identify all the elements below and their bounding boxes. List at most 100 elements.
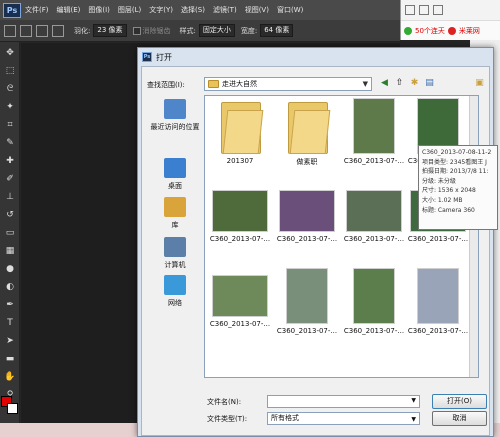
subtract-selection-icon[interactable] xyxy=(52,24,64,37)
recent-places-icon xyxy=(164,99,186,119)
file-item[interactable]: C360_2013-07-... xyxy=(207,183,273,243)
file-name: 做素职 xyxy=(296,158,318,166)
crop-tool-icon[interactable]: ⌗ xyxy=(3,118,17,132)
look-in-select[interactable]: 走进大自然 ▼ xyxy=(204,77,372,91)
menu-filter[interactable]: 滤镜(T) xyxy=(213,5,237,15)
color-swatches[interactable] xyxy=(1,396,19,416)
browser-back-icon[interactable] xyxy=(405,5,415,15)
folder-icon xyxy=(284,98,331,154)
feather-input[interactable]: 23 像素 xyxy=(93,24,127,37)
file-item[interactable]: 做素职 xyxy=(274,98,340,167)
file-name: C360_2013-07-... xyxy=(276,235,338,243)
dodge-tool-icon[interactable]: ◐ xyxy=(3,280,17,294)
tooltip-line: 分级: 未分级 xyxy=(422,177,456,185)
stamp-tool-icon[interactable]: ⊥ xyxy=(3,190,17,204)
file-item[interactable]: C360_2013-07-... xyxy=(207,268,273,328)
history-brush-tool-icon[interactable]: ↺ xyxy=(3,208,17,222)
menu-type[interactable]: 文字(Y) xyxy=(149,5,173,15)
file-list: 201307 做素职 C360_2013-07-... C360_2013-07… xyxy=(204,95,479,378)
file-name: C360_2013-07-... xyxy=(209,235,271,243)
menu-view[interactable]: 视图(V) xyxy=(245,5,269,15)
file-list-scrollbar[interactable] xyxy=(469,96,478,377)
lasso-tool-icon[interactable]: ᘓ xyxy=(3,82,17,96)
look-in-value: 走进大自然 xyxy=(222,80,257,88)
menu-select[interactable]: 选择(S) xyxy=(181,5,205,15)
file-item[interactable]: C360_2013-07-... xyxy=(341,98,407,165)
place-desktop[interactable]: 桌面 xyxy=(147,158,203,191)
style-select[interactable]: 固定大小 xyxy=(198,24,235,37)
marquee-preset-icon[interactable] xyxy=(4,24,16,37)
library-icon xyxy=(164,197,186,217)
image-thumbnail xyxy=(417,268,459,324)
move-tool-icon[interactable]: ✥ xyxy=(3,46,17,60)
up-folder-icon[interactable]: ⇧ xyxy=(393,76,406,90)
new-folder-icon[interactable]: ✱ xyxy=(408,76,421,90)
file-item[interactable]: C360_2013-07-... xyxy=(405,268,471,335)
pen-tool-icon[interactable]: ✒ xyxy=(3,298,17,312)
blur-tool-icon[interactable]: ● xyxy=(3,262,17,276)
browser-refresh-icon[interactable] xyxy=(433,5,443,15)
file-name: C360_2013-07-... xyxy=(276,327,338,335)
file-name: C360_2013-07-... xyxy=(343,235,405,243)
chevron-down-icon[interactable]: ▼ xyxy=(411,397,416,404)
bookmark-item[interactable]: 米莱网 xyxy=(459,26,480,36)
add-selection-icon[interactable] xyxy=(36,24,48,37)
tooltip-line: 大小: 1.02 MB xyxy=(422,196,463,204)
antialias-checkbox[interactable] xyxy=(132,26,141,35)
dialog-titlebar: Ps 打开 xyxy=(138,48,493,66)
folder-icon xyxy=(208,80,219,88)
place-computer[interactable]: 计算机 xyxy=(147,237,203,270)
hand-tool-icon[interactable]: ✋ xyxy=(3,370,17,384)
tools-panel: ✥ ⬚ ᘓ ✦ ⌗ ✎ ✚ ✐ ⊥ ↺ ▭ ▦ ● ◐ ✒ T ➤ ▬ ✋ ⚲ xyxy=(0,42,20,437)
menu-file[interactable]: 文件(F) xyxy=(25,5,49,15)
new-selection-icon[interactable] xyxy=(20,24,32,37)
marquee-tool-icon[interactable]: ⬚ xyxy=(3,64,17,78)
place-recent[interactable]: 最近访问的位置 xyxy=(147,99,203,132)
file-item[interactable]: C360_2013-07-... xyxy=(274,268,340,335)
image-thumbnail xyxy=(212,275,268,317)
brush-tool-icon[interactable]: ✐ xyxy=(3,172,17,186)
file-name: 201307 xyxy=(226,157,254,165)
view-menu-icon[interactable]: ▤ xyxy=(423,76,436,90)
file-item[interactable]: 201307 xyxy=(207,98,273,165)
file-item[interactable]: C360_2013-07-... xyxy=(341,183,407,243)
place-network[interactable]: 网络 xyxy=(147,275,203,308)
open-button[interactable]: 打开(O) xyxy=(432,394,487,409)
place-label: 计算机 xyxy=(164,261,186,269)
type-tool-icon[interactable]: T xyxy=(3,316,17,330)
bookmark-icon xyxy=(447,26,456,35)
chevron-down-icon: ▼ xyxy=(362,80,368,88)
menu-image[interactable]: 图像(I) xyxy=(88,5,110,15)
place-label: 桌面 xyxy=(168,182,182,190)
shape-tool-icon[interactable]: ▬ xyxy=(3,352,17,366)
file-item[interactable]: C360_2013-07-... xyxy=(274,183,340,243)
gradient-tool-icon[interactable]: ▦ xyxy=(3,244,17,258)
image-thumbnail xyxy=(346,190,402,232)
width-input[interactable]: 64 像素 xyxy=(260,24,294,37)
eyedropper-tool-icon[interactable]: ✎ xyxy=(3,136,17,150)
file-type-select[interactable]: 所有格式 ▼ xyxy=(267,412,420,425)
file-item[interactable]: C360_2013-07-... xyxy=(341,268,407,335)
file-name: C360_2013-07-... xyxy=(343,327,405,335)
tooltip-line: C360_2013-07-08-11-2 xyxy=(422,149,492,156)
menu-edit[interactable]: 编辑(E) xyxy=(57,5,81,15)
folder-icon[interactable]: ▣ xyxy=(473,76,486,90)
bookmark-item[interactable]: 50个连天 xyxy=(415,26,445,36)
place-library[interactable]: 库 xyxy=(147,197,203,230)
tooltip-line: 项目类型: 2345看图王 J xyxy=(422,158,487,166)
file-name-input[interactable]: ▼ xyxy=(267,395,420,408)
browser-forward-icon[interactable] xyxy=(419,5,429,15)
cancel-button[interactable]: 取消 xyxy=(432,411,487,426)
folder-icon xyxy=(217,98,264,154)
menu-layer[interactable]: 图层(L) xyxy=(118,5,141,15)
background-color-swatch[interactable] xyxy=(7,403,18,414)
back-icon[interactable]: ◀ xyxy=(378,76,391,90)
path-select-tool-icon[interactable]: ➤ xyxy=(3,334,17,348)
healing-tool-icon[interactable]: ✚ xyxy=(3,154,17,168)
menu-window[interactable]: 窗口(W) xyxy=(277,5,303,15)
places-bar: 最近访问的位置 桌面 库 计算机 网络 xyxy=(147,95,203,365)
options-bar: 羽化: 23 像素 消除锯齿 样式: 固定大小 宽度: 64 像素 xyxy=(0,20,400,42)
magic-wand-tool-icon[interactable]: ✦ xyxy=(3,100,17,114)
image-thumbnail xyxy=(353,268,395,324)
eraser-tool-icon[interactable]: ▭ xyxy=(3,226,17,240)
